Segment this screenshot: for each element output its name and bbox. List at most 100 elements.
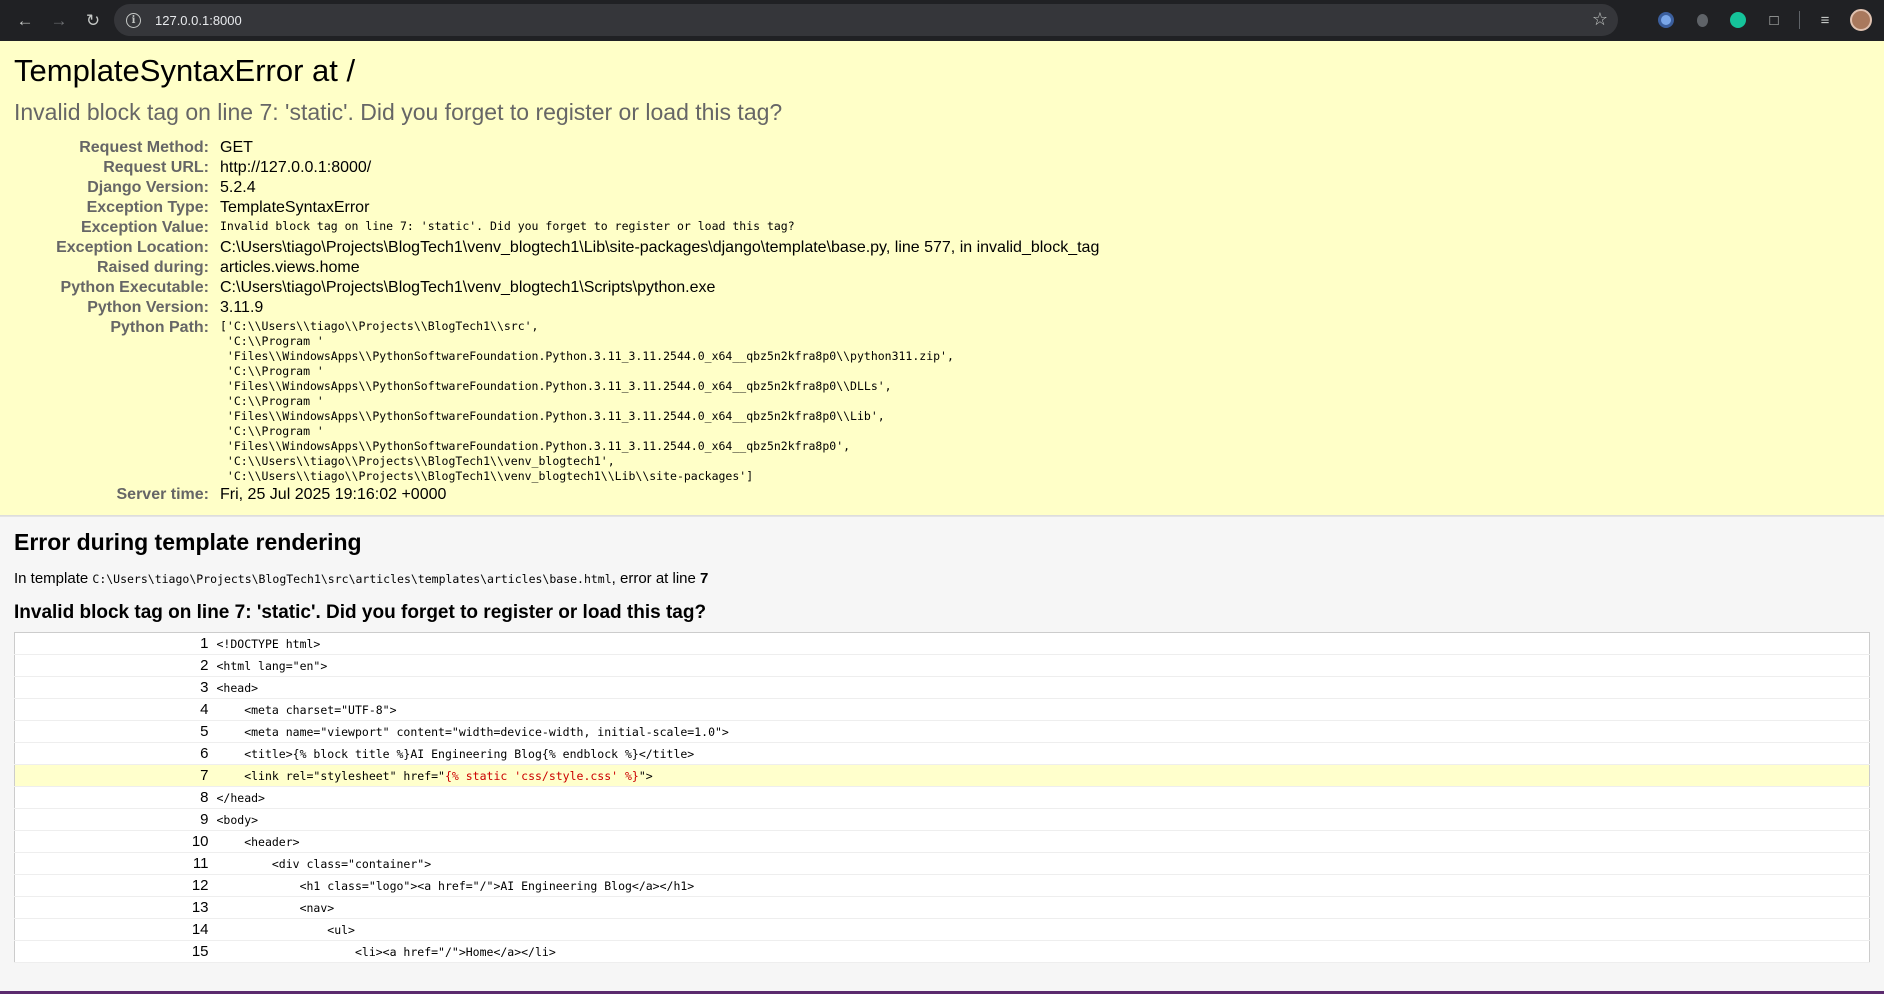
source-line: 8 </head> [14, 786, 1870, 809]
line-code: <nav> [216, 896, 1870, 919]
line-code: <meta charset="UTF-8"> [216, 698, 1870, 721]
line-code: <header> [216, 830, 1870, 853]
meta-label: Server time: [116, 486, 210, 503]
meta-row: Django Version: 5.2.4 [14, 178, 1099, 198]
forward-arrow-icon[interactable]: → [42, 4, 76, 38]
extension-icon[interactable] [1687, 5, 1717, 35]
meta-row: Exception Location: C:\Users\tiago\Projec… [14, 238, 1099, 258]
source-line-error: 7 <link rel="stylesheet" href="{% static… [14, 764, 1870, 787]
meta-label: Python Version: [87, 299, 209, 316]
line-number: 6 [14, 742, 217, 765]
meta-row: Request URL: http://127.0.0.1:8000/ [14, 158, 1099, 178]
line-code: <meta name="viewport" content="width=dev… [216, 720, 1870, 743]
page-title: TemplateSyntaxError at / [14, 53, 356, 88]
exception-message: Invalid block tag on line 7: 'static'. D… [14, 99, 783, 125]
line-number: 1 [14, 632, 217, 655]
line-code: <div class="container"> [216, 852, 1870, 875]
error-at-line-label: , error at line [611, 570, 701, 587]
line-code: <h1 class="logo"><a href="/">AI Engineer… [216, 874, 1870, 897]
python-path-value: ['C:\\Users\\tiago\\Projects\\BlogTech1\… [220, 319, 954, 483]
line-number: 12 [14, 874, 217, 897]
line-code: <title>{% block title %}AI Engineering B… [216, 742, 1870, 765]
meta-label: Django Version: [87, 179, 209, 196]
source-line: 11 <div class="container"> [14, 852, 1870, 875]
browser-toolbar: ← → ↻ i 127.0.0.1:8000 ☆ □ ≡ [0, 0, 1884, 41]
source-line: 15 <li><a href="/">Home</a></li> [14, 940, 1870, 963]
meta-label: Exception Location: [56, 239, 209, 256]
line-number: 4 [14, 698, 217, 721]
source-line: 10 <header> [14, 830, 1870, 853]
source-line: 14 <ul> [14, 918, 1870, 941]
meta-row: Server time: Fri, 25 Jul 2025 19:16:02 +0… [14, 485, 1099, 505]
reading-list-icon[interactable]: ≡ [1810, 5, 1840, 35]
line-number: 2 [14, 654, 217, 677]
meta-value: articles.views.home [220, 259, 360, 276]
source-line: 2 <html lang="en"> [14, 654, 1870, 677]
template-error-heading: Error during template rendering [14, 529, 362, 555]
meta-value: GET [220, 139, 253, 156]
bookmark-star-icon[interactable]: ☆ [1592, 9, 1608, 30]
line-code: </head> [216, 786, 1870, 809]
site-info-icon[interactable]: i [126, 12, 141, 28]
line-number: 11 [14, 852, 217, 875]
source-line: 13 <nav> [14, 896, 1870, 919]
template-path: C:\Users\tiago\Projects\BlogTech1\src\ar… [92, 572, 612, 586]
meta-row: Request Method: GET [14, 138, 1099, 158]
line-number: 10 [14, 830, 217, 853]
meta-label: Request URL: [103, 159, 209, 176]
line-number: 8 [14, 786, 217, 809]
source-line: 1 <!DOCTYPE html> [14, 632, 1870, 655]
meta-row: Python Path: ['C:\\Users\\tiago\\Projects… [14, 318, 1099, 485]
meta-value: Fri, 25 Jul 2025 19:16:02 +0000 [220, 486, 447, 503]
source-line: 12 <h1 class="logo"><a href="/">AI Engin… [14, 874, 1870, 897]
grammar-extension-icon[interactable] [1723, 5, 1753, 35]
line-number: 5 [14, 720, 217, 743]
template-error-message: Invalid block tag on line 7: 'static'. D… [14, 602, 707, 623]
meta-value: C:\Users\tiago\Projects\BlogTech1\venv_b… [220, 239, 1100, 256]
meta-value: Invalid block tag on line 7: 'static'. D… [220, 219, 795, 233]
line-number: 9 [14, 808, 217, 831]
meta-value: TemplateSyntaxError [220, 199, 370, 216]
line-number: 15 [14, 940, 217, 963]
in-template-label: In template [14, 570, 93, 587]
meta-label: Exception Type: [86, 199, 209, 216]
profile-avatar[interactable] [1846, 5, 1876, 35]
meta-value: http://127.0.0.1:8000/ [220, 159, 372, 176]
extensions-area: □ ≡ [1651, 4, 1876, 36]
meta-value: C:\Users\tiago\Projects\BlogTech1\venv_b… [220, 279, 716, 296]
line-code: <!DOCTYPE html> [216, 632, 1870, 655]
template-error-section: Error during template rendering In templ… [0, 516, 1884, 963]
meta-label: Raised during: [96, 259, 209, 276]
meta-row: Python Executable: C:\Users\tiago\Project… [14, 278, 1099, 298]
error-line-number: 7 [700, 570, 709, 587]
extension-icon[interactable] [1651, 5, 1681, 35]
source-line: 9 <body> [14, 808, 1870, 831]
line-number: 3 [14, 676, 217, 699]
template-location: In template C:\Users\tiago\Projects\Blog… [14, 570, 1870, 587]
address-bar[interactable]: i 127.0.0.1:8000 ☆ [114, 4, 1618, 36]
meta-value: 3.11.9 [220, 299, 264, 316]
source-line: 5 <meta name="viewport" content="width=d… [14, 720, 1870, 743]
meta-label: Python Path: [110, 319, 209, 336]
line-code: <li><a href="/">Home</a></li> [216, 940, 1870, 963]
meta-row: Exception Value: Invalid block tag on lin… [14, 218, 1099, 238]
extensions-puzzle-icon[interactable]: □ [1759, 5, 1789, 35]
error-fragment: {% static 'css/style.css' %} [444, 768, 639, 783]
address-bar-url[interactable]: 127.0.0.1:8000 [155, 13, 242, 28]
line-code: <head> [216, 676, 1870, 699]
back-arrow-icon[interactable]: ← [8, 4, 42, 38]
code-before-error: <link rel="stylesheet" href=" [216, 768, 445, 783]
toolbar-divider [1799, 11, 1800, 29]
request-meta-table: Request Method: GET Request URL: http://12… [14, 138, 1099, 505]
meta-row: Python Version: 3.11.9 [14, 298, 1099, 318]
meta-label: Python Executable: [60, 279, 209, 296]
meta-label: Exception Value: [80, 219, 209, 236]
line-number: 7 [14, 764, 217, 787]
meta-label: Request Method: [79, 139, 209, 156]
source-line: 6 <title>{% block title %}AI Engineering… [14, 742, 1870, 765]
meta-row: Exception Type: TemplateSyntaxError [14, 198, 1099, 218]
line-code: <body> [216, 808, 1870, 831]
code-after-error: "> [638, 768, 653, 783]
reload-icon[interactable]: ↻ [76, 4, 110, 38]
line-code: <ul> [216, 918, 1870, 941]
